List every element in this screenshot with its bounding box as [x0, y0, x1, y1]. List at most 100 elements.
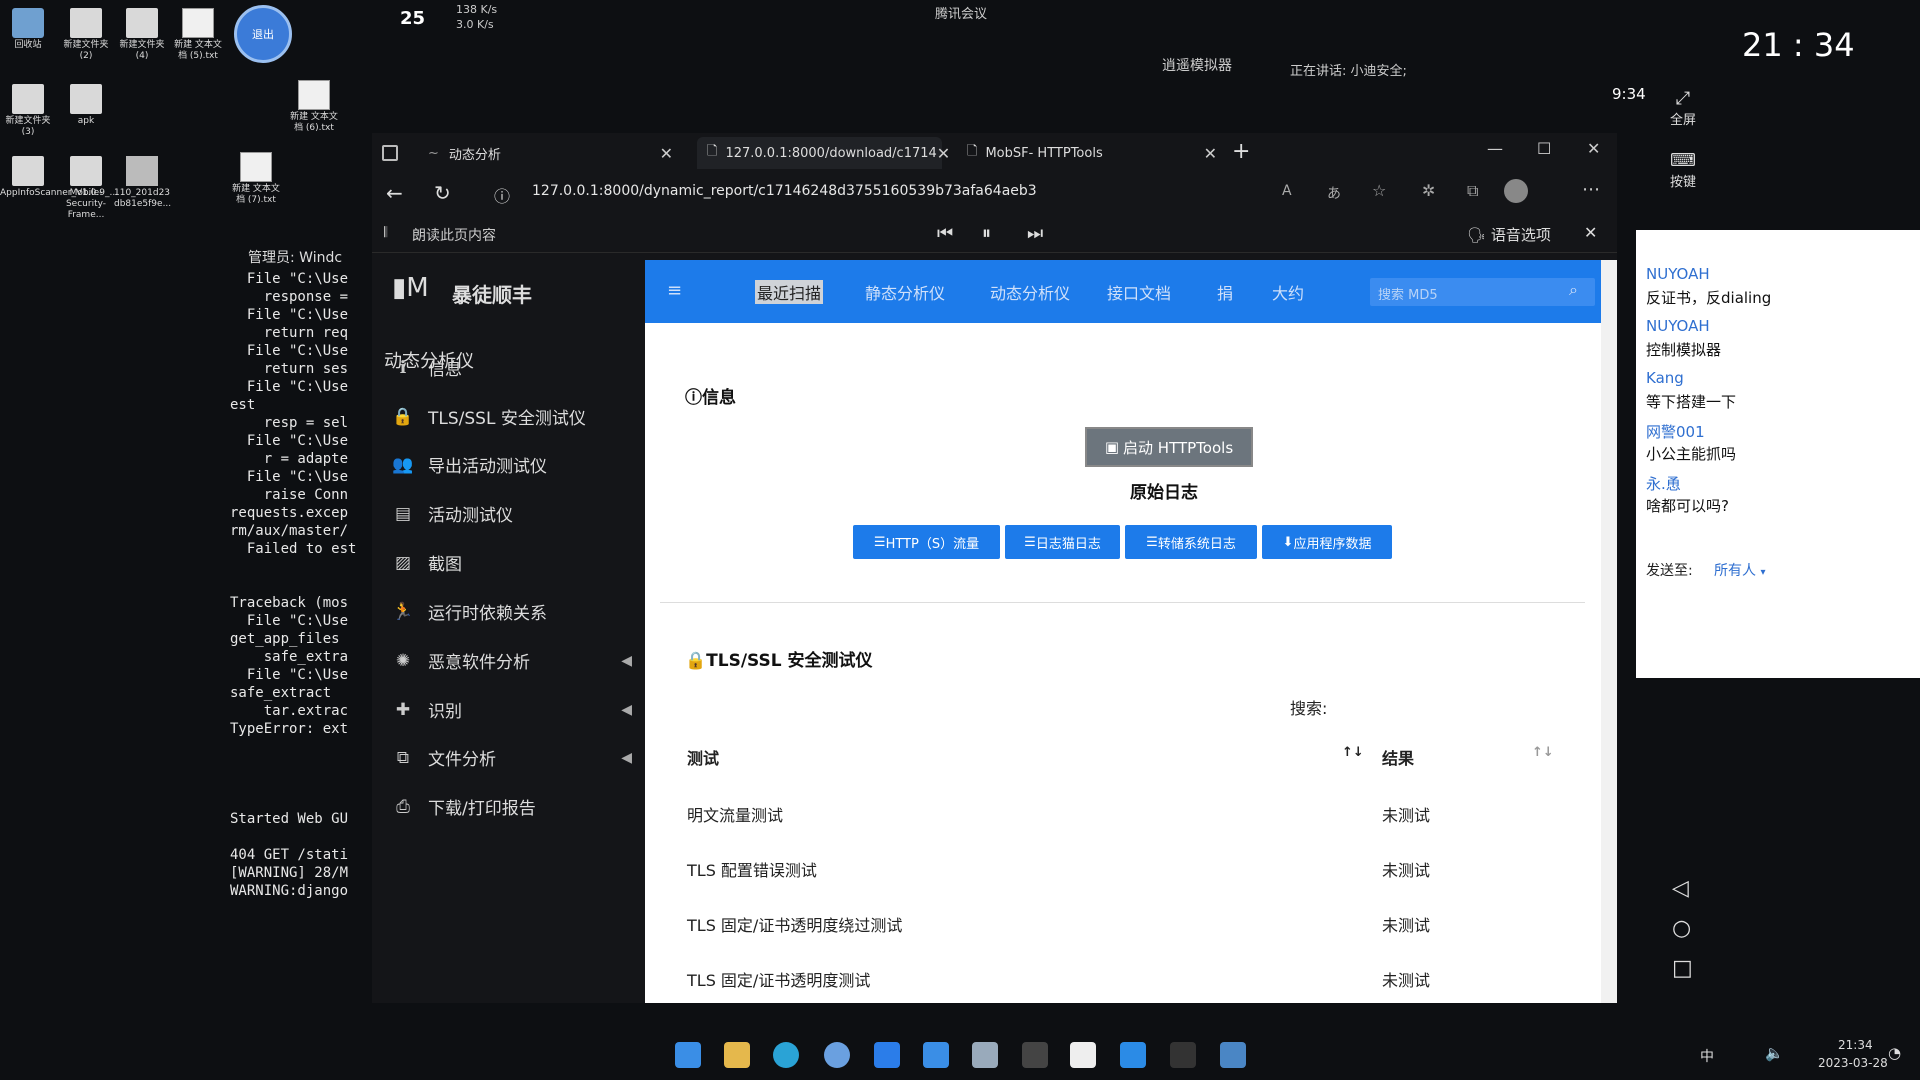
dumpsys-button[interactable]: ☰ 转储系统日志	[1125, 525, 1257, 559]
column-header-test[interactable]: 测试	[687, 749, 719, 768]
test-name: 明文流量测试	[687, 806, 784, 825]
taskbar-time[interactable]: 21:34	[1838, 1038, 1873, 1052]
sidebar-item[interactable]: 👥 导出活动测试仪	[392, 452, 632, 478]
sidebar-item[interactable]: 🏃 运行时依赖关系	[392, 599, 632, 625]
test-result: 未测试	[1382, 916, 1431, 935]
tab-download[interactable]: 🗋 127.0.0.1:8000/download/c1714 ✕	[697, 137, 950, 169]
desktop-icon-textfile[interactable]: 新建 文本文档 (5).txt	[170, 8, 226, 62]
profile-avatar-icon[interactable]	[1504, 179, 1528, 203]
desktop-icon-apk[interactable]: 110_201d23 db81e5f9e...	[114, 156, 171, 210]
logcat-button[interactable]: ☰ 日志猫日志	[1005, 525, 1120, 559]
desktop-icon-folder[interactable]: 新建文件夹 (2)	[58, 8, 114, 62]
desktop-icon-folder[interactable]: Mobile-Security-Frame...	[58, 156, 114, 221]
terminal-output[interactable]: File "C:\Use response = File "C:\Use ret…	[230, 270, 365, 940]
sidebar-item[interactable]: ▨ 截图	[392, 550, 632, 576]
sidebar-item[interactable]: ⎙ 下载/打印报告	[392, 794, 632, 820]
notepad-icon[interactable]	[972, 1042, 998, 1068]
desktop-icon-folder[interactable]: apk	[58, 84, 114, 127]
sidebar-item[interactable]: ✺ 恶意软件分析 ◀	[392, 648, 632, 674]
url-field[interactable]: 127.0.0.1:8000/dynamic_report/c17146248d…	[532, 183, 1037, 199]
app-icon[interactable]	[874, 1042, 900, 1068]
close-icon[interactable]: ✕	[1584, 223, 1597, 242]
close-icon[interactable]: ✕	[937, 144, 950, 163]
translate-icon[interactable]: あ	[1327, 183, 1341, 203]
collections-icon[interactable]: ⧉	[1467, 181, 1478, 201]
table-row: TLS 固定/证书透明度绕过测试 未测试	[687, 912, 1547, 936]
close-icon[interactable]: ✕	[1204, 144, 1217, 163]
notification-icon[interactable]: ◔	[1888, 1044, 1901, 1062]
http-traffic-button[interactable]: ☰ HTTP（S）流量	[853, 525, 1000, 559]
sidebar-toggle-icon[interactable]	[382, 145, 398, 161]
sidebar-item[interactable]: ✚ 识别 ◀	[392, 697, 632, 723]
sort-icon[interactable]: ↑↓	[1532, 745, 1554, 760]
more-menu-icon[interactable]: ⋯	[1582, 179, 1600, 200]
android-home-button[interactable]: ○	[1672, 916, 1691, 941]
app-icon[interactable]	[1022, 1042, 1048, 1068]
new-tab-button[interactable]: +	[1232, 139, 1250, 164]
fullscreen-button[interactable]: ⤢ 全屏	[1670, 88, 1696, 128]
keys-button[interactable]: ⌨ 按键	[1670, 150, 1696, 190]
read-aloud-icon[interactable]: A	[1282, 183, 1292, 199]
emulator-icon[interactable]	[1220, 1042, 1246, 1068]
maximize-button[interactable]: ☐	[1537, 139, 1551, 158]
tab-mobsf-httptools[interactable]: 🗋 MobSF- HTTPTools ✕	[967, 137, 1217, 169]
desktop-icon-folder[interactable]: 新建文件夹 (3)	[0, 84, 56, 138]
typora-icon[interactable]	[1070, 1042, 1096, 1068]
search-input[interactable]: 搜索 MD5	[1370, 278, 1595, 306]
sidebar-item[interactable]: ▤ 活动测试仪	[392, 501, 632, 527]
search-icon[interactable]: ⌕	[1569, 280, 1578, 300]
sidebar-item[interactable]: 🔒 TLS/SSL 安全测试仪	[392, 404, 632, 430]
chrome-icon[interactable]	[824, 1042, 850, 1068]
terminal-icon[interactable]	[1170, 1042, 1196, 1068]
desktop-icon-recycle-bin[interactable]: 回收站	[0, 8, 56, 51]
avatar[interactable]: 退出	[234, 5, 292, 63]
nav-item[interactable]: 动态分析仪	[990, 280, 1070, 304]
previous-icon[interactable]: ⏮	[937, 223, 953, 244]
tab-strip: ~ 动态分析 ✕ 🗋 127.0.0.1:8000/download/c1714…	[372, 133, 1617, 173]
reload-icon[interactable]: ↻	[434, 181, 451, 205]
volume-icon[interactable]: 🔈	[1765, 1044, 1784, 1062]
minimize-button[interactable]: —	[1487, 139, 1503, 158]
edge-browser-icon[interactable]	[773, 1042, 799, 1068]
android-recents-button[interactable]: □	[1672, 956, 1693, 981]
favorite-icon[interactable]: ☆	[1372, 181, 1386, 200]
vscode-icon[interactable]	[1120, 1042, 1146, 1068]
taskbar-date[interactable]: 2023-03-28	[1818, 1056, 1888, 1070]
sort-icon[interactable]: ↑↓	[1342, 745, 1364, 760]
nav-item[interactable]: 接口文档	[1107, 280, 1171, 304]
photos-icon[interactable]	[923, 1042, 949, 1068]
desktop-icon-textfile[interactable]: 新建 文本文档 (6).txt	[286, 80, 342, 134]
site-info-icon[interactable]: ⓘ	[494, 183, 510, 207]
sidebar-item[interactable]: ℹ 信息	[392, 355, 632, 381]
sidebar-item[interactable]: ⧉ 文件分析 ◀	[392, 745, 632, 771]
extensions-icon[interactable]: ✲	[1422, 181, 1435, 200]
column-header-result[interactable]: 结果	[1382, 745, 1414, 769]
next-icon[interactable]: ⏭	[1027, 223, 1043, 244]
terminal-line: est	[230, 397, 256, 413]
nav-item[interactable]: 大约	[1272, 280, 1304, 304]
ime-indicator[interactable]: 中	[1700, 1046, 1714, 1066]
desktop-icon-folder[interactable]: 新建文件夹 (4)	[114, 8, 170, 62]
nav-item[interactable]: 静态分析仪	[865, 280, 945, 304]
send-to-select[interactable]: 所有人 ▾	[1714, 560, 1765, 580]
tab-dynamic-analysis[interactable]: ~ 动态分析 ✕	[428, 137, 673, 169]
file-explorer-icon[interactable]	[724, 1042, 750, 1068]
pause-icon[interactable]: ⏸	[982, 223, 991, 244]
voice-options-button[interactable]: 🗣 语音选项	[1467, 224, 1551, 245]
start-httptools-button[interactable]: ▣ 启动 HTTPTools	[1085, 427, 1253, 467]
nav-item[interactable]: 最近扫描	[755, 280, 824, 304]
desktop-icon-folder[interactable]: AppInfoScanner_V1.0.9_...	[0, 156, 118, 199]
nav-item[interactable]: 捐	[1217, 280, 1233, 304]
start-menu-icon[interactable]	[675, 1042, 701, 1068]
desktop-icon-textfile[interactable]: 新建 文本文档 (7).txt	[228, 152, 284, 206]
app-data-button[interactable]: ⬇ 应用程序数据	[1262, 525, 1392, 559]
scrollbar[interactable]	[1601, 260, 1617, 1003]
close-icon[interactable]: ✕	[660, 144, 673, 163]
hamburger-icon[interactable]: ≡	[667, 280, 682, 301]
chat-message: 啥都可以吗?	[1646, 497, 1729, 515]
close-window-button[interactable]: ✕	[1587, 139, 1600, 158]
test-result: 未测试	[1382, 971, 1431, 990]
android-back-button[interactable]: ◁	[1672, 876, 1689, 901]
back-icon[interactable]: ←	[386, 181, 403, 205]
